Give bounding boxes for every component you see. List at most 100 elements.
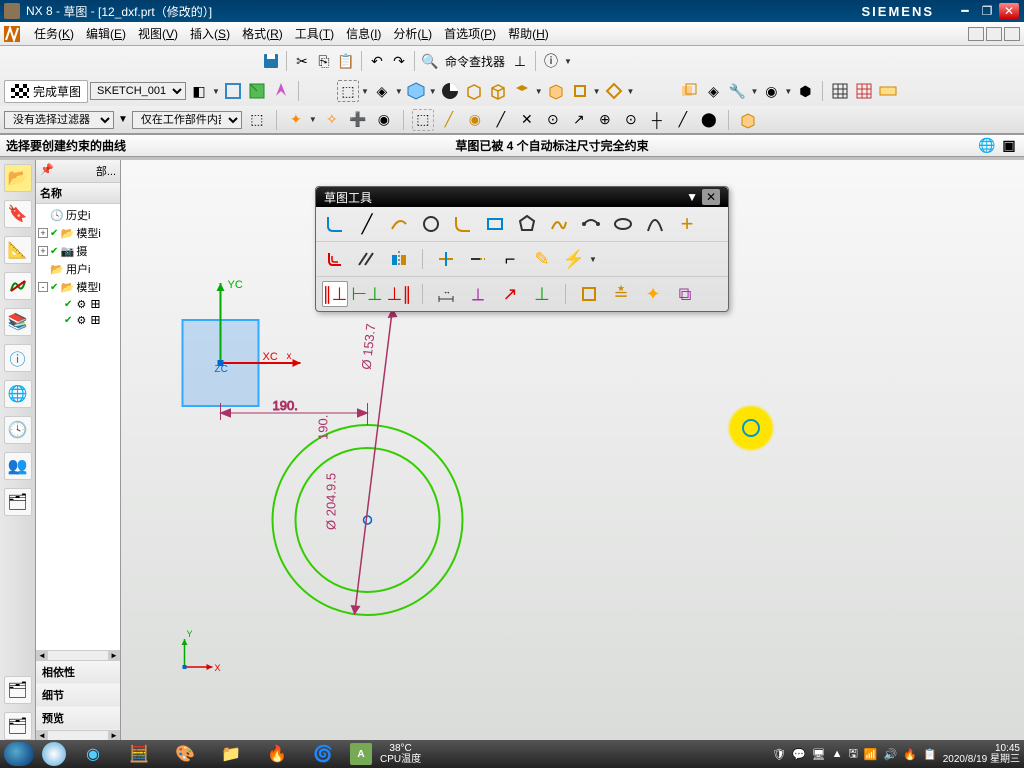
mdi-restore-button[interactable] (986, 27, 1002, 41)
constraint-auto[interactable]: ⊥∥ (386, 281, 412, 307)
mdi-minimize-button[interactable] (968, 27, 984, 41)
menu-帮助[interactable]: 帮助(H) (502, 25, 555, 43)
rail-btn-8[interactable]: 🕓 (4, 416, 32, 444)
snap-5[interactable]: ✕ (516, 109, 538, 131)
scope-select[interactable]: 仅在工作部件内部 (132, 111, 242, 129)
tray-expand-icon[interactable]: ▲ (832, 748, 843, 760)
layer-btn-5[interactable]: ⬢ (794, 80, 816, 102)
palette-dropdown-button[interactable]: ▼ (682, 190, 702, 204)
filter-btn-5[interactable]: ◉ (373, 109, 395, 131)
tree-item[interactable]: ✔⚙𐌎 (38, 312, 118, 328)
constraint-horizontal[interactable]: ⊢⊥ (354, 281, 380, 307)
snap-7[interactable]: ↗ (568, 109, 590, 131)
mdi-close-button[interactable] (1004, 27, 1020, 41)
sketch-name-select[interactable]: SKETCH_001 (90, 82, 186, 100)
snap-11[interactable]: ╱ (672, 109, 694, 131)
tray-volume-icon[interactable]: 🔊 (884, 748, 898, 761)
tree-item[interactable]: 🕓历史i (38, 206, 118, 224)
mirror-button[interactable] (386, 246, 412, 272)
trim-button[interactable] (433, 246, 459, 272)
menu-工具[interactable]: 工具(T) (289, 25, 340, 43)
cube-5[interactable]: ▼ (569, 80, 601, 102)
grid-btn-2[interactable] (853, 80, 875, 102)
snap-8[interactable]: ⊕ (594, 109, 616, 131)
rail-navigator-button[interactable]: 📂 (4, 164, 32, 192)
edit-button[interactable]: ✎ (529, 246, 555, 272)
cpu-temp-widget[interactable]: 38°C CPU温度 (380, 743, 421, 765)
tray-icon-4[interactable]: 🖫 (849, 745, 858, 764)
menu-编辑[interactable]: 编辑(E) (80, 25, 132, 43)
show-4[interactable]: ⧉ (672, 281, 698, 307)
dim-3[interactable]: ↗ (497, 281, 523, 307)
rail-btn-6[interactable]: ⓘ (4, 344, 32, 372)
nav-tab-相依性[interactable]: 相依性 (36, 661, 120, 684)
render-button[interactable] (439, 80, 461, 102)
orient-dropdown[interactable]: ◧▼ (188, 80, 220, 102)
finish-sketch-button[interactable]: 完成草图 (4, 80, 88, 103)
menu-分析[interactable]: 分析(L) (387, 25, 438, 43)
snap-2[interactable]: ╱ (438, 109, 460, 131)
rectangle-button[interactable] (482, 211, 508, 237)
menu-任务[interactable]: 任务(K) (28, 25, 80, 43)
menu-视图[interactable]: 视图(V) (132, 25, 184, 43)
cube-3[interactable]: ▼ (511, 80, 543, 102)
task-app-1[interactable] (42, 742, 66, 766)
task-app-4[interactable]: 🌀 (304, 742, 342, 766)
point-button[interactable]: + (674, 211, 700, 237)
rail-btn-4[interactable] (4, 272, 32, 300)
rail-btn-10[interactable]: 🗂 (4, 488, 32, 516)
pattern-button[interactable] (354, 246, 380, 272)
spline2-button[interactable] (578, 211, 604, 237)
layer-btn-1[interactable] (678, 80, 700, 102)
task-app-3[interactable]: 🔥 (258, 742, 296, 766)
snap-6[interactable]: ⊙ (542, 109, 564, 131)
snap-9[interactable]: ⊙ (620, 109, 642, 131)
constraint-perpendicular[interactable]: ∥⊥ (322, 281, 348, 307)
tree-item[interactable]: +✔📷摄 (38, 242, 118, 260)
extend-button[interactable] (465, 246, 491, 272)
redo-button[interactable]: ↷ (388, 50, 410, 72)
cube-2[interactable] (487, 80, 509, 102)
palette-title-bar[interactable]: 草图工具 ▼ ✕ (316, 187, 728, 207)
line-button[interactable]: ╱ (354, 211, 380, 237)
tray-clock[interactable]: 10:45 2020/8/19 星期三 (943, 743, 1020, 765)
dim-1[interactable]: ↔ (433, 281, 459, 307)
spline-button[interactable] (546, 211, 572, 237)
tray-icon-7[interactable]: 📋 (923, 748, 937, 761)
rail-btn-3[interactable]: 📐 (4, 236, 32, 264)
layer-btn-4[interactable]: ◉▼ (760, 80, 792, 102)
minimize-button[interactable]: ━ (955, 3, 975, 19)
tb-btn-1[interactable] (222, 80, 244, 102)
polygon-button[interactable] (514, 211, 540, 237)
conic-button[interactable] (642, 211, 668, 237)
menu-信息[interactable]: 信息(I) (340, 25, 387, 43)
command-finder-icon[interactable]: 🔍 (419, 50, 441, 72)
status-icon-1[interactable]: 🌐 (978, 137, 996, 155)
cube-1[interactable] (463, 80, 485, 102)
dim-4[interactable]: ⊥ (529, 281, 555, 307)
offset-button[interactable] (322, 246, 348, 272)
grid-btn-1[interactable] (829, 80, 851, 102)
info-dropdown[interactable]: ⓘ▼ (540, 50, 572, 72)
snap-3[interactable]: ◉ (464, 109, 486, 131)
fillet-button[interactable] (450, 211, 476, 237)
task-explorer[interactable]: 📁 (212, 742, 250, 766)
task-calc[interactable]: 🧮 (120, 742, 158, 766)
tb-btn-3[interactable] (270, 80, 292, 102)
rail-btn-7[interactable]: 🌐 (4, 380, 32, 408)
profile-button[interactable] (322, 211, 348, 237)
task-app-2[interactable]: ◉ (74, 742, 112, 766)
layer-btn-3[interactable]: 🔧▼ (726, 80, 758, 102)
rail-btn-11[interactable]: 🗂 (4, 676, 32, 704)
tray-icon-5[interactable]: 📶 (864, 748, 878, 761)
nav-tree[interactable]: 🕓历史i+✔📂模型i+✔📷摄📂用户i-✔📂模型l✔⚙𐌎✔⚙𐌎 (36, 204, 120, 650)
filter-btn-1[interactable]: ⬚ (246, 109, 268, 131)
show-2[interactable]: ≛ (608, 281, 634, 307)
snap-1[interactable]: ⬚ (412, 109, 434, 131)
show-1[interactable] (576, 281, 602, 307)
menu-格式[interactable]: 格式(R) (236, 25, 289, 43)
maximize-button[interactable]: ❐ (977, 3, 997, 19)
scrollbar-h2[interactable]: ◄ ► (36, 730, 120, 740)
tree-item[interactable]: 📂用户i (38, 260, 118, 278)
undo-button[interactable]: ↶ (366, 50, 388, 72)
